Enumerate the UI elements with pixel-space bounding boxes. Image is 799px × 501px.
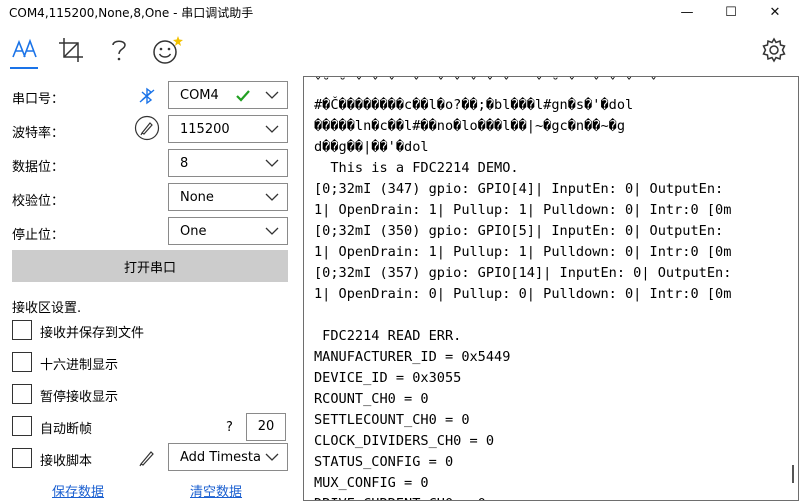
receive-line: This is a FDC2214 DEMO. [314,160,519,176]
font-button[interactable] [8,34,42,66]
chevron-down-icon [265,193,279,201]
port-select[interactable]: COM4 [168,81,288,109]
crop-icon [59,38,83,62]
receive-script-label: 接收脚本 [40,454,93,469]
stop-bits-value: One [180,224,207,239]
receive-lines: ˇ˘ ˘ ˇ ˇ ˇ ˇ ˇ ˇ ˇ ˇ ˇ ˇ ˘ ˇ ˇ ˇ ˇ ˇ #�Č�… [314,76,786,500]
receive-line: RCOUNT_CH0 = 0 [314,391,429,407]
pause-display-checkbox[interactable] [12,384,32,404]
save-data-link[interactable]: 保存数据 [52,481,104,500]
pen-icon [139,451,154,467]
save-to-file-label: 接收并保存到文件 [40,326,145,341]
receive-line: CLOCK_DIVIDERS_CH0 = 0 [314,433,495,449]
close-icon: ✕ [769,4,781,20]
data-bits-select[interactable]: 8 [168,149,288,177]
settings-panel: 串口号： COM4 波特率： 115200 数据位： 8 校验位： None 停… [0,76,300,501]
parity-select[interactable]: None [168,183,288,211]
receive-line: #�Č��������c��l�o?��;�bl���l#gn�s�'�dol [314,97,634,113]
window-title: COM4,115200,None,8,One - 串口调试助手 [9,6,254,20]
font-tab-underline [10,67,38,69]
receive-line: 1| OpenDrain: 0| Pullup: 0| Pulldown: 0|… [314,286,732,302]
receive-textarea[interactable]: ˇ˘ ˘ ˇ ˇ ˇ ˇ ˇ ˇ ˇ ˇ ˇ ˇ ˘ ˇ ˇ ˇ ˇ ˇ #�Č�… [303,76,799,501]
receive-line: MUX_CONFIG = 0 [314,475,429,491]
stop-bits-select[interactable]: One [168,217,288,245]
receive-line: [0;32mI (357) gpio: GPIO[14]| InputEn: 0… [314,265,732,281]
port-value: COM4 [180,88,219,103]
save-to-file-checkbox[interactable] [12,320,32,340]
receive-line: d��g��|��'�dol [314,139,429,155]
open-port-label: 打开串口 [123,260,176,276]
script-edit-button[interactable] [134,445,160,471]
data-bits-value: 8 [180,156,189,171]
baud-label: 波特率： [12,126,65,141]
script-select[interactable]: Add Timesta [168,443,288,471]
help-icon [112,40,126,61]
receive-line: FDC2214 READ ERR. [314,328,462,344]
receive-line [314,305,786,326]
baud-select[interactable]: 115200 [168,115,288,143]
receive-line: [0;32mI (347) gpio: GPIO[4]| InputEn: 0|… [314,181,724,197]
receive-line: 1| OpenDrain: 1| Pullup: 1| Pulldown: 0|… [314,244,732,260]
pen-circle-icon [134,115,160,141]
receive-line: MANUFACTURER_ID = 0x5449 [314,349,511,365]
receive-settings-title: 接收区设置. [12,301,82,316]
auto-frame-label: 自动断帧 [40,422,93,437]
frame-timeout-input[interactable]: 20 [246,413,286,441]
minimize-button[interactable]: — [665,0,709,24]
receive-script-checkbox[interactable] [12,448,32,468]
close-button[interactable]: ✕ [753,0,797,24]
baud-value: 115200 [180,122,230,137]
pause-display-label: 暂停接收显示 [40,390,119,405]
chevron-down-icon [265,91,279,99]
maximize-icon: ☐ [725,4,737,20]
receive-line: 1| OpenDrain: 1| Pullup: 1| Pulldown: 0|… [314,202,732,218]
font-icon [12,38,37,58]
receive-line: SETTLECOUNT_CH0 = 0 [314,412,470,428]
baud-edit-button[interactable] [134,115,160,141]
chevron-down-icon [265,453,279,461]
frame-help-icon[interactable]: ? [226,420,233,435]
minimize-icon: — [680,4,694,20]
emoji-button[interactable] [150,34,184,66]
receive-line: STATUS_CONFIG = 0 [314,454,454,470]
parity-label: 校验位： [12,194,65,209]
crop-button[interactable] [54,34,88,66]
receive-line: [0;32mI (350) gpio: GPIO[5]| InputEn: 0|… [314,223,724,239]
emoji-icon [153,36,183,64]
toolbar [0,26,799,72]
bluetooth-off-icon [139,87,155,105]
chevron-down-icon [265,227,279,235]
scrollbar-thumb[interactable] [792,465,794,483]
port-scan-button[interactable] [134,83,160,109]
check-icon [236,90,250,102]
port-label: 串口号： [12,92,65,107]
maximize-button[interactable]: ☐ [709,0,753,24]
gear-icon [762,37,786,63]
chevron-down-icon [265,159,279,167]
chevron-down-icon [265,125,279,133]
settings-button[interactable] [757,34,791,66]
auto-frame-checkbox[interactable] [12,416,32,436]
receive-line: DEVICE_ID = 0x3055 [314,370,462,386]
data-bits-label: 数据位： [12,160,65,175]
hex-display-checkbox[interactable] [12,352,32,372]
open-port-button[interactable]: 打开串口 [12,250,288,282]
clear-data-link[interactable]: 清空数据 [190,481,242,500]
title-bar: COM4,115200,None,8,One - 串口调试助手 — ☐ ✕ [0,0,799,24]
hex-display-label: 十六进制显示 [40,358,119,373]
help-button[interactable] [102,34,136,66]
parity-value: None [180,190,214,205]
receive-line: ˇ˘ ˘ ˇ ˇ ˇ ˇ ˇ ˇ ˇ ˇ ˇ ˇ ˘ ˇ ˇ ˇ ˇ ˇ [314,76,658,92]
script-value: Add Timesta [180,450,261,465]
receive-line: �����ln�c��l#��no�lo���l��|~�gc�n��~�g [314,118,625,134]
receive-line: DRIVE_CURRENT_CH0 = 0 [314,494,786,500]
stop-bits-label: 停止位： [12,228,65,243]
